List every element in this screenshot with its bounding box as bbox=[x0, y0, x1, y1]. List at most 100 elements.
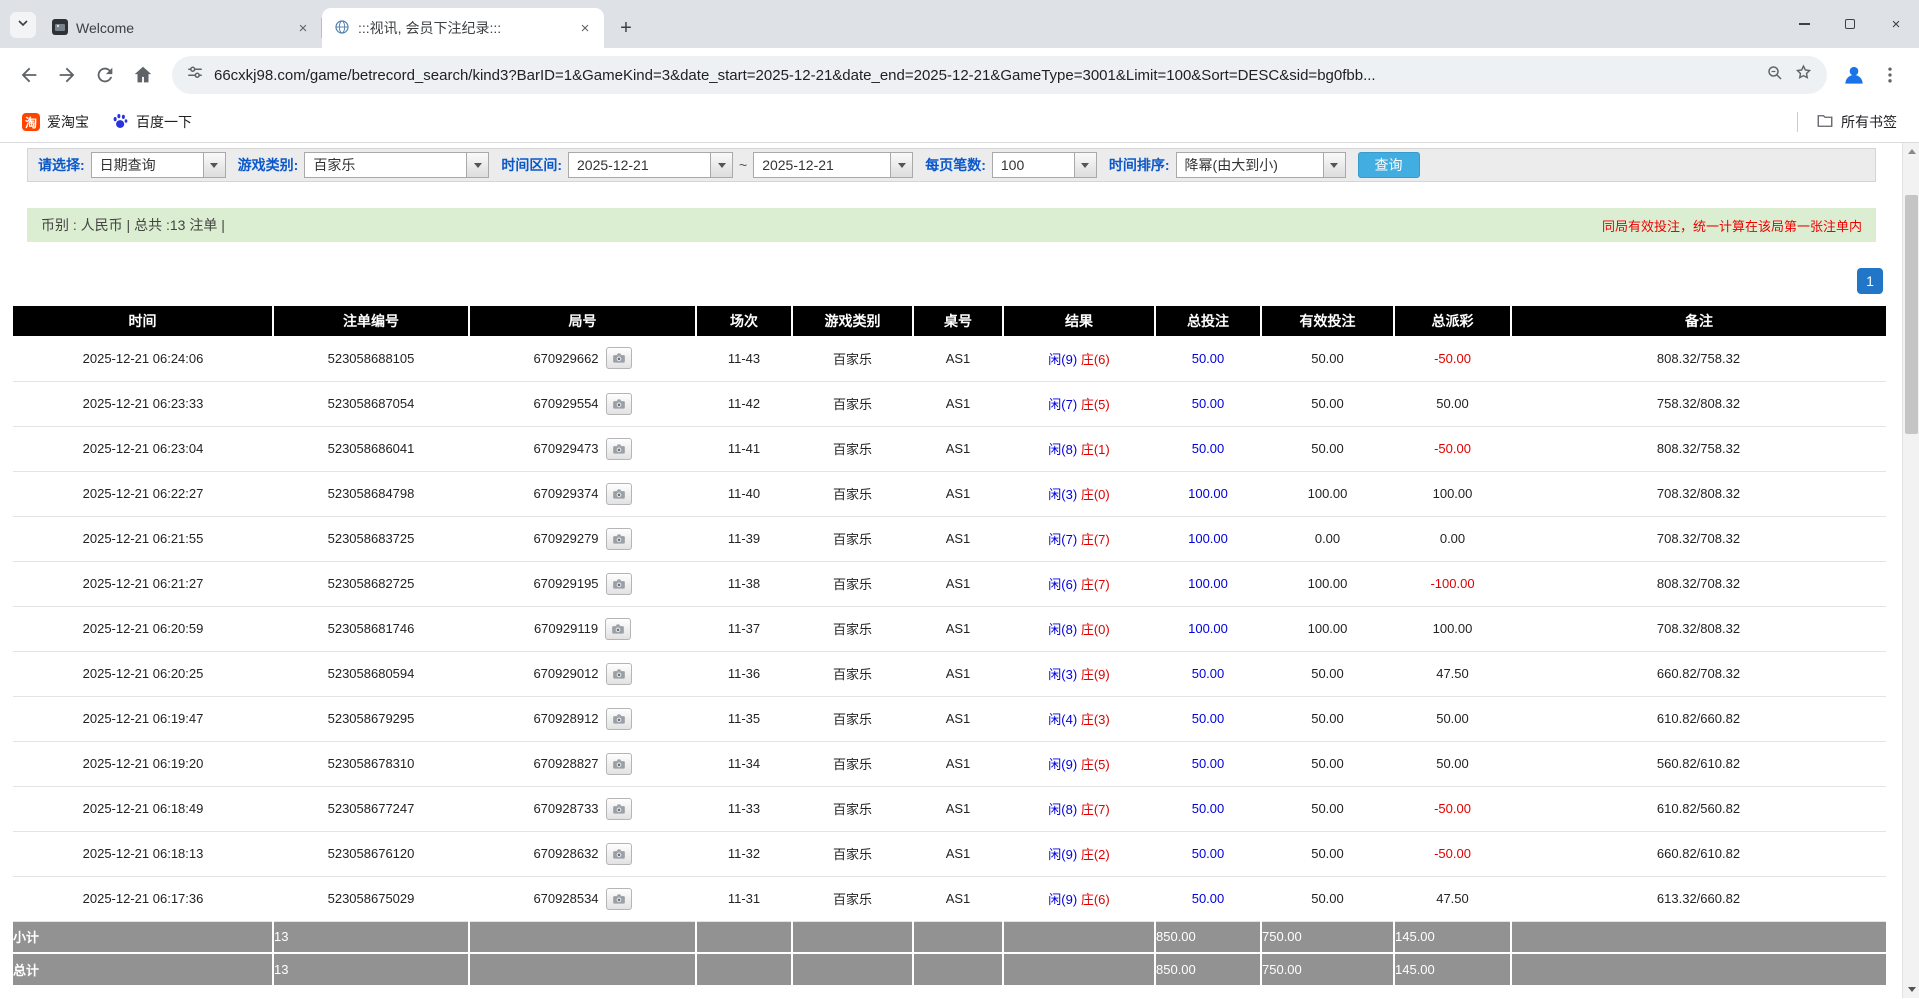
menu-button[interactable] bbox=[1871, 56, 1909, 94]
address-bar[interactable]: 66cxkj98.com/game/betrecord_search/kind3… bbox=[172, 56, 1827, 94]
video-replay-button[interactable] bbox=[606, 438, 632, 460]
cell-result: 闲(9) 庄(6) bbox=[1003, 876, 1155, 921]
tab-welcome[interactable]: Welcome × bbox=[40, 8, 322, 48]
payout-value: 47.50 bbox=[1436, 666, 1469, 681]
video-replay-button[interactable] bbox=[606, 483, 632, 505]
cell-remark: 708.32/708.32 bbox=[1511, 516, 1886, 561]
bookmark-item-taobao[interactable]: 淘 爱淘宝 bbox=[14, 108, 97, 136]
bet-amount-link[interactable]: 100.00 bbox=[1188, 486, 1228, 501]
tab-close-button[interactable]: × bbox=[294, 19, 312, 37]
bookmark-star-button[interactable] bbox=[1794, 63, 1813, 87]
bet-amount-link[interactable]: 50.00 bbox=[1192, 666, 1225, 681]
zoom-button[interactable] bbox=[1766, 64, 1784, 87]
bet-amount-link[interactable]: 50.00 bbox=[1192, 801, 1225, 816]
query-type-select[interactable]: 日期查询 bbox=[91, 152, 226, 178]
footer-cell-empty bbox=[1003, 953, 1155, 985]
cell-time: 2025-12-21 06:21:27 bbox=[13, 561, 273, 606]
payout-value: -50.00 bbox=[1434, 441, 1471, 456]
col-header-session: 场次 bbox=[696, 306, 792, 336]
result-banker: 庄(9) bbox=[1081, 667, 1110, 682]
cell-result: 闲(3) 庄(0) bbox=[1003, 471, 1155, 516]
sort-select[interactable]: 降幂(由大到小) bbox=[1176, 152, 1346, 178]
cell-result: 闲(4) 庄(3) bbox=[1003, 696, 1155, 741]
result-player: 闲(4) bbox=[1048, 712, 1077, 727]
home-button[interactable] bbox=[124, 56, 162, 94]
bet-amount-link[interactable]: 50.00 bbox=[1192, 351, 1225, 366]
search-button[interactable]: 查询 bbox=[1358, 152, 1420, 178]
chevron-down-icon bbox=[466, 153, 488, 177]
tab-title: Welcome bbox=[76, 20, 286, 36]
close-button[interactable]: × bbox=[1873, 0, 1919, 48]
scroll-down-button[interactable] bbox=[1903, 981, 1919, 998]
cell-table-no: AS1 bbox=[913, 561, 1003, 606]
tab-betrecord[interactable]: :::视讯, 会员下注纪录::: × bbox=[322, 8, 604, 48]
cell-valid-bet: 50.00 bbox=[1261, 876, 1394, 921]
cell-round-id: 670929119 bbox=[469, 606, 696, 651]
video-replay-button[interactable] bbox=[606, 663, 632, 685]
forward-button[interactable] bbox=[48, 56, 86, 94]
date-start-select[interactable]: 2025-12-21 bbox=[568, 152, 733, 178]
cell-remark: 613.32/660.82 bbox=[1511, 876, 1886, 921]
col-header-total-bet: 总投注 bbox=[1155, 306, 1261, 336]
minimize-button[interactable] bbox=[1781, 0, 1827, 48]
bet-amount-link[interactable]: 50.00 bbox=[1192, 891, 1225, 906]
cell-remark: 808.32/708.32 bbox=[1511, 561, 1886, 606]
tune-icon bbox=[186, 64, 204, 82]
bet-amount-link[interactable]: 100.00 bbox=[1188, 576, 1228, 591]
bookmark-item-baidu[interactable]: 百度一下 bbox=[103, 108, 200, 137]
footer-cell-empty bbox=[469, 953, 696, 985]
table-row: 2025-12-21 06:19:20523058678310670928827… bbox=[13, 741, 1886, 786]
bet-amount-link[interactable]: 50.00 bbox=[1192, 396, 1225, 411]
bet-amount-link[interactable]: 100.00 bbox=[1188, 621, 1228, 636]
back-button[interactable] bbox=[10, 56, 48, 94]
footer-cell-empty bbox=[913, 921, 1003, 953]
game-type-select[interactable]: 百家乐 bbox=[304, 152, 489, 178]
col-header-round-id: 局号 bbox=[469, 306, 696, 336]
bet-amount-link[interactable]: 50.00 bbox=[1192, 441, 1225, 456]
restore-button[interactable] bbox=[1827, 0, 1873, 48]
cell-valid-bet: 50.00 bbox=[1261, 336, 1394, 381]
total-total-bet: 850.00 bbox=[1155, 953, 1261, 985]
reload-button[interactable] bbox=[86, 56, 124, 94]
video-replay-button[interactable] bbox=[606, 708, 632, 730]
site-info-button[interactable] bbox=[186, 64, 204, 87]
new-tab-button[interactable]: + bbox=[612, 14, 640, 42]
bet-amount-link[interactable]: 50.00 bbox=[1192, 846, 1225, 861]
scroll-up-button[interactable] bbox=[1903, 143, 1919, 160]
all-bookmarks-button[interactable]: 所有书签 bbox=[1808, 108, 1905, 137]
tab-search-button[interactable] bbox=[10, 12, 36, 38]
video-replay-button[interactable] bbox=[606, 573, 632, 595]
profile-button[interactable] bbox=[1837, 58, 1871, 92]
video-replay-button[interactable] bbox=[606, 888, 632, 910]
cell-valid-bet: 0.00 bbox=[1261, 516, 1394, 561]
camera-icon bbox=[612, 487, 626, 501]
vertical-scrollbar[interactable] bbox=[1902, 143, 1919, 998]
cell-payout: 47.50 bbox=[1394, 876, 1511, 921]
bet-amount-link[interactable]: 50.00 bbox=[1192, 756, 1225, 771]
video-replay-button[interactable] bbox=[606, 798, 632, 820]
cell-valid-bet: 50.00 bbox=[1261, 651, 1394, 696]
footer-cell-empty bbox=[696, 921, 792, 953]
cell-valid-bet: 100.00 bbox=[1261, 561, 1394, 606]
scrollbar-thumb[interactable] bbox=[1905, 195, 1918, 434]
result-player: 闲(9) bbox=[1048, 352, 1077, 367]
video-replay-button[interactable] bbox=[606, 347, 632, 369]
video-replay-button[interactable] bbox=[606, 393, 632, 415]
cell-time: 2025-12-21 06:24:06 bbox=[13, 336, 273, 381]
bet-amount-link[interactable]: 100.00 bbox=[1188, 531, 1228, 546]
game-type-value: 百家乐 bbox=[305, 153, 466, 177]
video-replay-button[interactable] bbox=[606, 753, 632, 775]
video-replay-button[interactable] bbox=[605, 618, 631, 640]
subtotal-total-bet: 850.00 bbox=[1155, 921, 1261, 953]
cell-table-no: AS1 bbox=[913, 516, 1003, 561]
cell-game-type: 百家乐 bbox=[792, 606, 913, 651]
cell-game-type: 百家乐 bbox=[792, 831, 913, 876]
date-end-select[interactable]: 2025-12-21 bbox=[753, 152, 913, 178]
bet-amount-link[interactable]: 50.00 bbox=[1192, 711, 1225, 726]
page-size-select[interactable]: 100 bbox=[992, 152, 1097, 178]
video-replay-button[interactable] bbox=[606, 843, 632, 865]
tab-close-button[interactable]: × bbox=[576, 19, 594, 37]
cell-session: 11-37 bbox=[696, 606, 792, 651]
page-1-button[interactable]: 1 bbox=[1857, 268, 1883, 294]
video-replay-button[interactable] bbox=[606, 528, 632, 550]
